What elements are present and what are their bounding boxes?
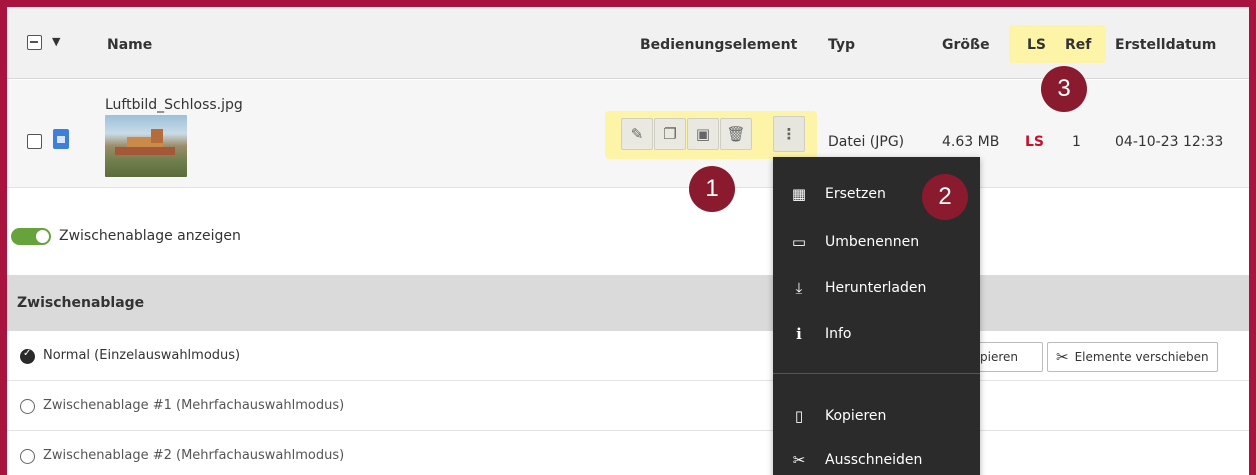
list-item: Normal (Einzelauswahlmodus) pieren ✂ Ele… [7, 332, 1249, 381]
image-file-icon [53, 129, 69, 149]
copy-icon: ❐ [663, 125, 677, 143]
view-button[interactable]: ▣ [687, 118, 719, 150]
edit-button[interactable]: ✎ [621, 118, 653, 150]
column-header-type[interactable]: Typ [828, 37, 855, 53]
list-item: Zwischenablage #1 (Mehrfachauswahlmodus) [7, 382, 1249, 431]
copy-icon: ▯ [794, 407, 804, 425]
select-all-checkbox[interactable] [27, 35, 42, 50]
ref-count[interactable]: 1 [1072, 134, 1081, 150]
menu-item-label: Herunterladen [825, 280, 927, 296]
copy-elements-button[interactable]: pieren [973, 342, 1043, 372]
mode-label-clipboard-2: Zwischenablage #2 (Mehrfachauswahlmodus) [43, 448, 345, 463]
menu-item-label: Ausschneiden [825, 452, 923, 468]
info-icon: i [796, 325, 802, 343]
cut-icon: ✂ [792, 451, 806, 469]
preview-icon: ▣ [695, 125, 711, 143]
clipboard-header: Zwischenablage [7, 275, 1249, 331]
mode-radio-clipboard-1[interactable] [20, 399, 35, 414]
menu-item-info[interactable]: i Info [773, 311, 980, 357]
menu-item-rename[interactable]: ▭ Umbenennen [773, 219, 980, 265]
file-size: 4.63 MB [942, 134, 1000, 150]
row-checkbox[interactable] [27, 134, 42, 149]
menu-item-label: Ersetzen [825, 186, 886, 202]
replace-icon: ▦ [791, 185, 807, 203]
mode-radio-normal[interactable] [20, 348, 35, 364]
mode-label-clipboard-1: Zwischenablage #1 (Mehrfachauswahlmodus) [43, 398, 345, 413]
delete-button[interactable]: 🗑 [720, 118, 752, 150]
file-list-frame: ▼ Name Bedienungselement Typ Größe LS Re… [0, 0, 1256, 475]
move-elements-button[interactable]: ✂ Elemente verschieben [1047, 342, 1218, 372]
more-vertical-icon: ⋮ [781, 125, 797, 143]
rename-icon: ▭ [791, 233, 807, 251]
column-header-controls: Bedienungselement [640, 37, 798, 53]
column-header-created[interactable]: Erstelldatum [1115, 37, 1216, 53]
chevron-down-icon[interactable]: ▼ [52, 35, 60, 48]
pencil-icon: ✎ [630, 125, 644, 143]
list-item: Zwischenablage #2 (Mehrfachauswahlmodus) [7, 432, 1249, 475]
column-header-ref[interactable]: Ref [1065, 37, 1091, 53]
menu-item-cut[interactable]: ✂ Ausschneiden [773, 437, 980, 475]
menu-divider [773, 373, 980, 374]
menu-item-label: Kopieren [825, 408, 887, 424]
copy-metadata-button[interactable]: ❐ [654, 118, 686, 150]
file-name[interactable]: Luftbild_Schloss.jpg [105, 97, 243, 113]
ls-ref-highlight [1009, 25, 1106, 63]
callout-badge-2: 2 [922, 174, 968, 220]
clipboard-title: Zwischenablage [17, 295, 145, 311]
clipboard-toggle[interactable] [11, 228, 51, 245]
trash-icon: 🗑 [726, 125, 746, 143]
ls-indicator[interactable]: LS [1025, 134, 1044, 150]
menu-item-label: Umbenennen [825, 234, 920, 250]
file-created: 04-10-23 12:33 [1115, 134, 1224, 150]
menu-item-label: Info [825, 326, 852, 342]
mode-radio-clipboard-2[interactable] [20, 449, 35, 464]
column-header-size[interactable]: Größe [942, 37, 990, 53]
menu-item-copy[interactable]: ▯ Kopieren [773, 393, 980, 439]
callout-badge-1: 1 [689, 166, 735, 212]
more-actions-button[interactable]: ⋮ [773, 116, 805, 152]
column-header-name[interactable]: Name [107, 37, 152, 53]
column-header-ls[interactable]: LS [1027, 37, 1046, 53]
toggle-label: Zwischenablage anzeigen [59, 228, 241, 244]
scissors-icon: ✂ [1056, 348, 1069, 366]
file-type: Datei (JPG) [828, 134, 905, 150]
download-icon: ⤓ [795, 279, 803, 297]
move-elements-label: Elemente verschieben [1074, 350, 1209, 364]
file-thumbnail[interactable] [105, 115, 187, 177]
menu-item-download[interactable]: ⤓ Herunterladen [773, 265, 980, 311]
mode-label-normal: Normal (Einzelauswahlmodus) [43, 348, 241, 363]
callout-badge-3: 3 [1041, 66, 1087, 112]
